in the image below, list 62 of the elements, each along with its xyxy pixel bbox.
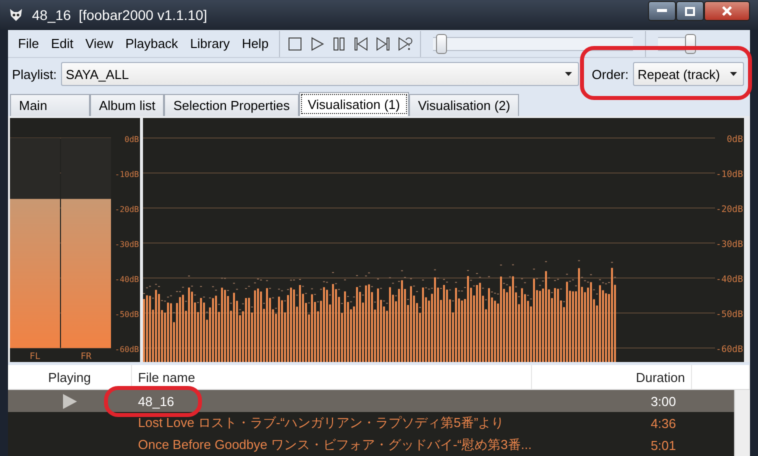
column-header[interactable]: Duration [532, 365, 692, 389]
tab[interactable]: Album list [90, 94, 164, 116]
play-icon[interactable] [308, 36, 325, 52]
scale-label: -40dB [716, 275, 743, 285]
menu-item[interactable]: View [79, 36, 120, 51]
order-dropdown[interactable]: Repeat (track) [632, 62, 744, 86]
scale-label: -60dB [114, 345, 139, 354]
order-label: Order: [592, 66, 629, 82]
tab[interactable]: Main [10, 94, 90, 116]
previous-icon[interactable] [352, 36, 369, 52]
slider-thumb[interactable] [436, 34, 448, 54]
channel-label: FR [80, 352, 92, 362]
file-name: Once Before Goodbye ワンス・ビフォア・グッドバイ-“慰め第3番... [137, 436, 533, 454]
minimize-icon [657, 9, 667, 13]
duration: 5:01 [650, 438, 677, 452]
caret-icon [730, 72, 737, 76]
scale-label: -20dB [114, 205, 139, 214]
playlist-label: Playlist: [12, 66, 57, 82]
minimize-button[interactable] [648, 1, 676, 21]
scale-label: -60dB [716, 345, 743, 355]
menu-item[interactable]: Library [184, 36, 236, 51]
pause-icon[interactable] [330, 36, 347, 52]
close-icon [722, 6, 732, 16]
scale-label: -40dB [114, 275, 139, 284]
random-icon[interactable] [396, 36, 413, 52]
stop-icon[interactable] [286, 36, 303, 52]
playlist-dropdown[interactable]: SAYA_ALL [60, 62, 579, 86]
tab[interactable]: Visualisation (1) [298, 92, 409, 116]
next-icon[interactable] [374, 36, 391, 52]
menu-item[interactable]: Help [236, 36, 275, 51]
column-header[interactable]: File name [132, 365, 532, 389]
scale-label: 0dB [726, 135, 743, 145]
app-icon [8, 7, 24, 23]
scale-label: -50dB [716, 310, 743, 320]
scale-label: -50dB [114, 310, 139, 319]
maximize-icon [685, 6, 695, 16]
file-name: Lost Love ロスト・ラブ-“ハンガリアン・ラプソディ第5番”より [137, 414, 506, 432]
play-icon [63, 394, 77, 408]
column-header[interactable]: Playing [8, 365, 132, 389]
scale-label: -30dB [114, 240, 139, 249]
channel-label: FL [30, 352, 40, 362]
menu-item[interactable]: Edit [44, 36, 80, 51]
scale-label: -10dB [716, 170, 743, 180]
duration: 3:00 [650, 394, 677, 408]
playlist-row[interactable]: Once Before Goodbye ワンス・ビフォア・グッドバイ-“慰め第3番... 5:01 [8, 434, 734, 456]
tab[interactable]: Selection Properties [164, 94, 299, 116]
close-button[interactable] [704, 1, 750, 21]
scale-label: -20dB [716, 205, 743, 215]
caret-icon [564, 72, 572, 76]
file-name: 48_16 [132, 394, 180, 408]
window-title: 48_16 [foobar2000 v1.1.10] [32, 7, 208, 23]
scale-label: -10dB [114, 170, 139, 179]
tab[interactable]: Visualisation (2) [408, 94, 520, 116]
menu-item[interactable]: Playback [119, 36, 184, 51]
scale-label: 0dB [124, 135, 139, 144]
scale-label: -30dB [716, 240, 743, 250]
scrollbar[interactable] [734, 390, 750, 456]
seek-slider[interactable] [432, 34, 633, 54]
menu-item[interactable]: File [12, 36, 45, 51]
playlist-row[interactable]: Lost Love ロスト・ラブ-“ハンガリアン・ラプソディ第5番”より 4:36 [8, 412, 734, 434]
maximize-button[interactable] [676, 1, 704, 21]
duration: 4:36 [650, 416, 677, 430]
